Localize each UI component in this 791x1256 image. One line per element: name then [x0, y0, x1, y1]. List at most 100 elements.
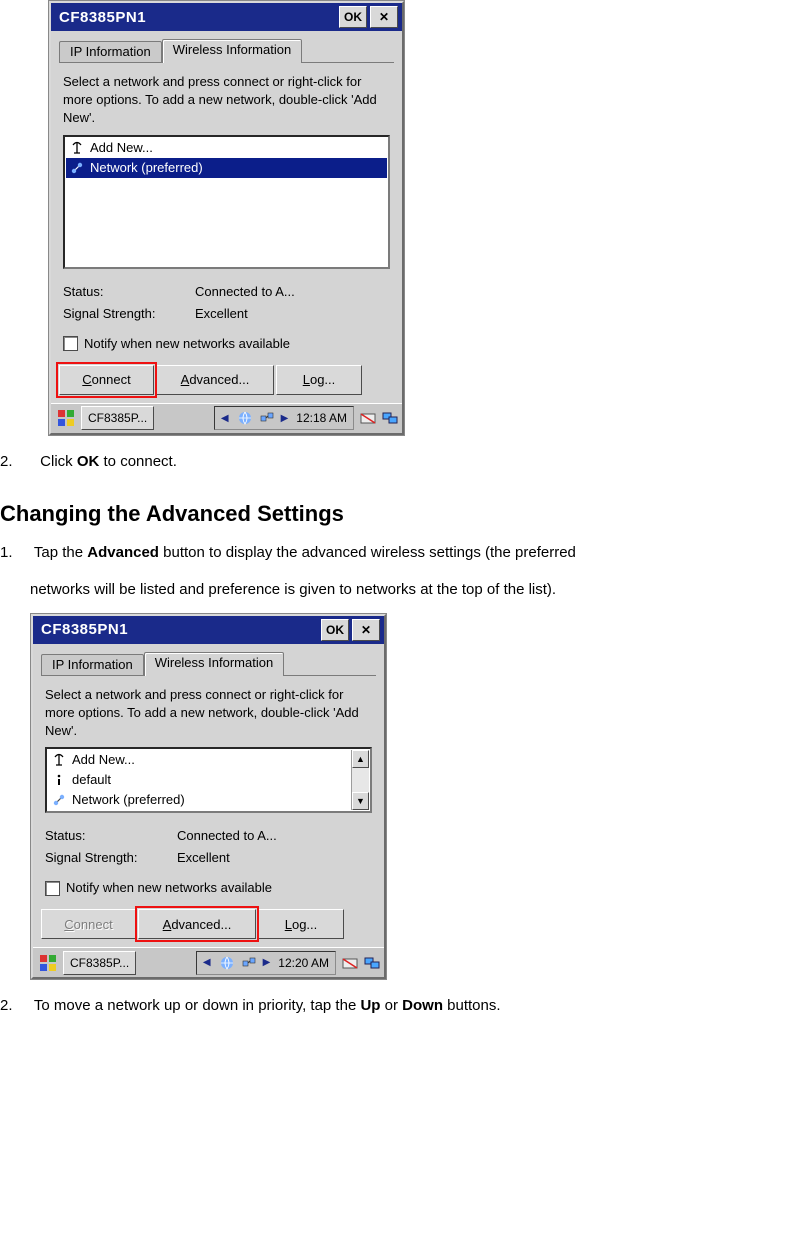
doc-step-1: 1. Tap the Advanced button to display th… — [0, 539, 791, 603]
window-title: CF8385PN1 — [37, 621, 318, 638]
step-text-post: button to display the advanced wireless … — [159, 544, 576, 561]
network-list-inner: Add New... default Network — [48, 750, 351, 810]
window-inner: CF8385PN1 OK IP Information Wireless Inf… — [49, 1, 404, 435]
start-icon[interactable] — [55, 407, 77, 429]
status-area: Status: Connected to A... Signal Strengt… — [63, 283, 390, 323]
tray-arrow-icon[interactable]: ◀ — [221, 413, 229, 424]
connect-button[interactable]: Connect — [41, 909, 136, 939]
ok-label: OK — [326, 623, 344, 637]
start-icon[interactable] — [37, 952, 59, 974]
status-value: Connected to A... — [177, 827, 277, 845]
titlebar: CF8385PN1 OK — [33, 616, 384, 644]
status-row: Status: Connected to A... — [63, 283, 390, 301]
button-label: Log... — [303, 372, 336, 387]
step-text-post: buttons. — [443, 997, 501, 1014]
button-row: Connect Advanced... Log... — [33, 905, 384, 947]
tab-divider — [284, 675, 376, 676]
network-icon — [70, 161, 84, 175]
button-label: Connect — [64, 917, 112, 932]
status-label: Status: — [63, 283, 195, 301]
list-item[interactable]: Network (preferred) — [48, 790, 351, 810]
connection-tray-icon[interactable] — [241, 955, 257, 971]
client-area: IP Information Wireless Information Sele… — [51, 31, 402, 403]
highlight-advanced: Advanced... — [138, 909, 256, 939]
signal-label: Signal Strength: — [63, 305, 195, 323]
keyboard-tray-icon[interactable] — [360, 410, 376, 426]
status-row: Status: Connected to A... — [45, 827, 372, 845]
taskbar-item[interactable]: CF8385P... — [81, 406, 154, 430]
tab-label: IP Information — [52, 657, 133, 672]
notify-row: Notify when new networks available — [63, 335, 390, 353]
list-item-label: Add New... — [90, 139, 153, 157]
scroll-track[interactable] — [352, 768, 369, 792]
button-row: Connect Advanced... Log... — [51, 361, 402, 403]
notify-checkbox[interactable] — [63, 336, 78, 351]
button-label: Connect — [82, 372, 130, 387]
advanced-button[interactable]: Advanced... — [138, 909, 256, 939]
tab-wireless-information[interactable]: Wireless Information — [162, 39, 302, 63]
network-tray-icon[interactable] — [219, 955, 235, 971]
network-list[interactable]: Add New... default Network — [45, 747, 372, 813]
taskbar-item[interactable]: CF8385P... — [63, 951, 136, 975]
ok-label: OK — [344, 10, 362, 24]
taskbar-item-label: CF8385P... — [70, 956, 129, 970]
info-icon — [52, 773, 66, 787]
scroll-up-button[interactable]: ▲ — [352, 750, 369, 768]
tray-arrow-icon[interactable]: ◀ — [203, 957, 211, 968]
close-button[interactable] — [352, 619, 380, 641]
connection-tray-icon[interactable] — [259, 410, 275, 426]
notify-label: Notify when new networks available — [84, 335, 290, 353]
tray: ◀ ▶ 12:20 AM — [196, 951, 380, 975]
list-item[interactable]: default — [48, 770, 351, 790]
log-button[interactable]: Log... — [276, 365, 362, 395]
antenna-icon — [70, 141, 84, 155]
scrollbar[interactable]: ▲ ▼ — [351, 750, 369, 810]
tray: ◀ ▶ 12:18 AM — [214, 406, 398, 430]
tray-arrow2-icon[interactable]: ▶ — [281, 413, 289, 424]
client-area: IP Information Wireless Information Sele… — [33, 644, 384, 948]
button-label: Advanced... — [163, 917, 232, 932]
ok-button[interactable]: OK — [339, 6, 367, 28]
help-text: Select a network and press connect or ri… — [45, 686, 372, 740]
ok-button[interactable]: OK — [321, 619, 349, 641]
notify-checkbox[interactable] — [45, 881, 60, 896]
desktop-tray-icon[interactable] — [382, 410, 398, 426]
taskbar-clock: 12:18 AM — [296, 411, 347, 425]
step-number: 2. — [0, 992, 30, 1019]
tab-ip-information[interactable]: IP Information — [59, 41, 162, 63]
tab-body: Select a network and press connect or ri… — [51, 63, 402, 361]
titlebar: CF8385PN1 OK — [51, 3, 402, 31]
close-button[interactable] — [370, 6, 398, 28]
list-item-label: Add New... — [72, 751, 135, 769]
tab-body: Select a network and press connect or ri… — [33, 676, 384, 906]
keyboard-tray-icon[interactable] — [342, 955, 358, 971]
network-tray-icon[interactable] — [237, 410, 253, 426]
taskbar: CF8385P... ◀ ▶ 12:20 AM — [33, 947, 384, 977]
list-item[interactable]: Network (preferred) — [66, 158, 387, 178]
antenna-icon — [52, 753, 66, 767]
list-item-label: default — [72, 771, 111, 789]
tray-area: ◀ ▶ 12:20 AM — [196, 951, 336, 975]
taskbar-item-label: CF8385P... — [88, 411, 147, 425]
tab-ip-information[interactable]: IP Information — [41, 654, 144, 676]
desktop-tray-icon[interactable] — [364, 955, 380, 971]
network-icon — [52, 793, 66, 807]
network-list[interactable]: Add New... Network (preferred) — [63, 135, 390, 269]
advanced-button[interactable]: Advanced... — [156, 365, 274, 395]
tab-wireless-information[interactable]: Wireless Information — [144, 652, 284, 676]
list-item-add-new[interactable]: Add New... — [48, 750, 351, 770]
signal-row: Signal Strength: Excellent — [45, 849, 372, 867]
scroll-down-button[interactable]: ▼ — [352, 792, 369, 810]
step-text-bold: Advanced — [87, 544, 159, 561]
connect-button[interactable]: Connect — [59, 365, 154, 395]
log-button[interactable]: Log... — [258, 909, 344, 939]
doc-step-2b: 2. To move a network up or down in prior… — [0, 992, 791, 1019]
help-text: Select a network and press connect or ri… — [63, 73, 390, 127]
step-text-bold2: Down — [402, 997, 443, 1014]
step-text-bold: OK — [77, 453, 100, 470]
network-list-inner: Add New... Network (preferred) — [66, 138, 387, 266]
list-item-add-new[interactable]: Add New... — [66, 138, 387, 158]
taskbar: CF8385P... ◀ ▶ 12:18 AM — [51, 403, 402, 433]
tray-arrow2-icon[interactable]: ▶ — [263, 957, 271, 968]
taskbar-clock: 12:20 AM — [278, 956, 329, 970]
